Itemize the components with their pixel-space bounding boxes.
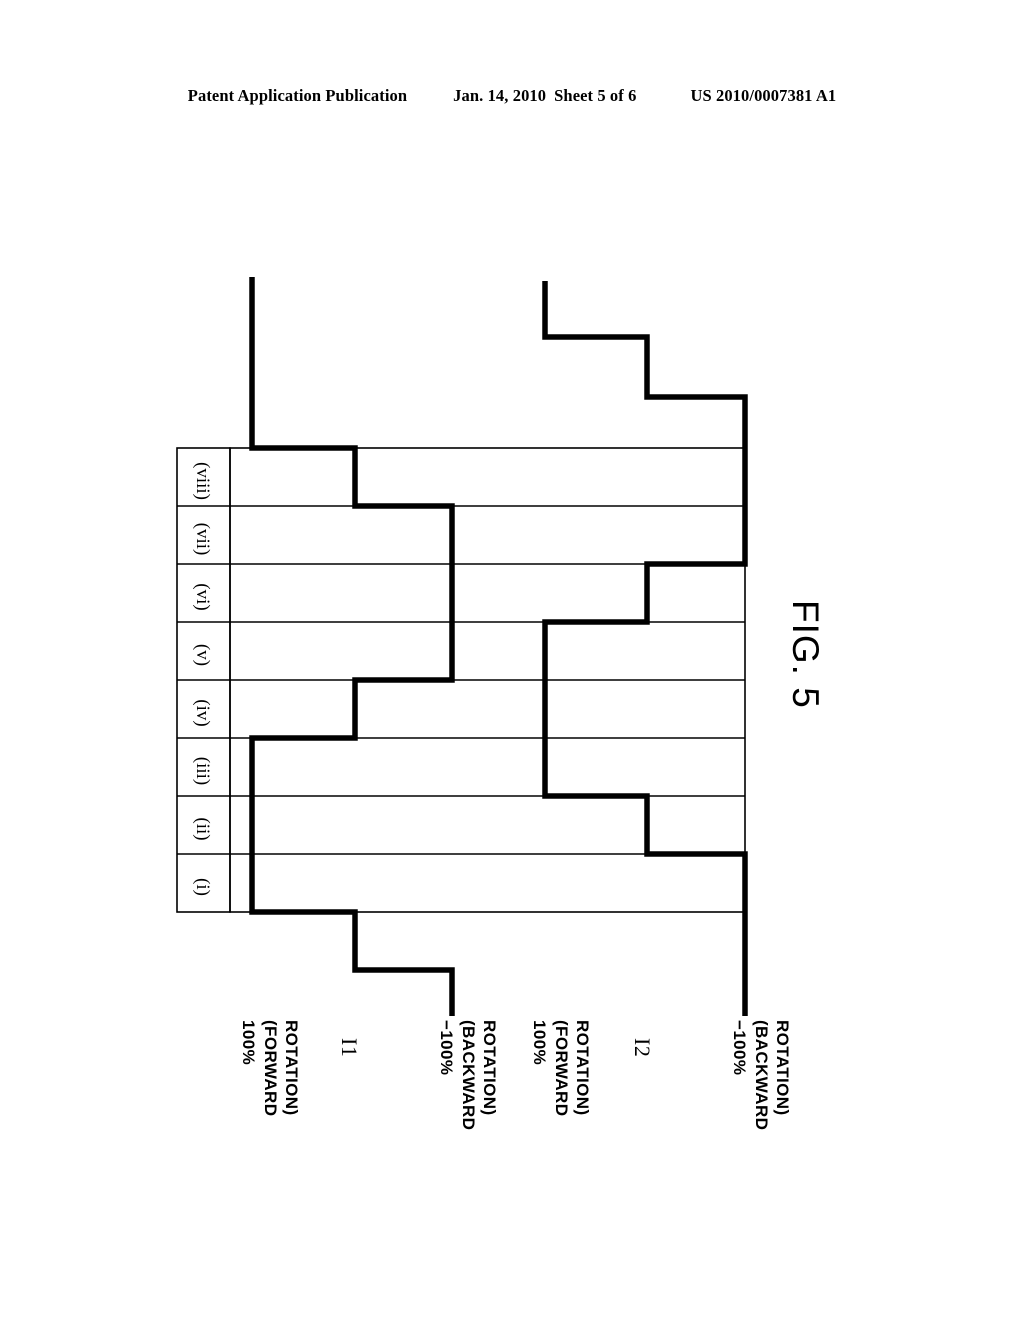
axis-note-i2-top-2: ROTATION) (573, 1020, 592, 1116)
figure-caption: FIG. 5 (785, 600, 826, 709)
axis-label-i1-bottom-value: −100% (437, 1020, 456, 1076)
waveform-trace-i1 (249, 277, 455, 1016)
axis-note-i1-top-1: (FORWARD (261, 1020, 280, 1117)
row-label-v: (v) (192, 643, 213, 667)
axis-label-i2-top: 100% (530, 1020, 549, 1065)
figure-5-drawing (0, 0, 1024, 1320)
axis-note-i1-bottom-1: (BACKWARD (459, 1020, 478, 1131)
axis-label-i1-bottom: −100% (437, 1020, 456, 1075)
axis-note-i2-top-1: (FORWARD (552, 1020, 571, 1117)
row-label-iii: (iii) (192, 756, 213, 786)
row-label-iv: (iv) (192, 699, 213, 727)
axis-label-i1-top-value: 100% (239, 1020, 258, 1066)
axis-label-i2-bottom: −100% (730, 1020, 749, 1075)
axis-label-i1-top: 100% (239, 1020, 258, 1065)
chart-grid (176, 447, 746, 913)
waveform-diagram-svg (176, 277, 748, 1016)
signal-name-i2: I2 (630, 1038, 655, 1058)
signal-name-i1: I1 (337, 1038, 362, 1058)
row-label-vii: (vii) (192, 522, 213, 556)
row-label-i: (i) (192, 878, 213, 896)
waveform-trace-i2 (542, 281, 748, 1016)
axis-note-i2-bottom-2: ROTATION) (773, 1020, 792, 1116)
axis-label-i2-bottom-value: −100% (730, 1020, 749, 1076)
axis-note-i1-bottom-2: ROTATION) (480, 1020, 499, 1116)
row-label-vi: (vi) (192, 583, 213, 611)
axis-note-i1-top-2: ROTATION) (282, 1020, 301, 1116)
row-label-viii: (viii) (192, 462, 213, 500)
row-label-ii: (ii) (192, 817, 213, 841)
axis-note-i2-bottom-1: (BACKWARD (752, 1020, 771, 1131)
axis-label-i2-top-value: 100% (530, 1020, 549, 1066)
